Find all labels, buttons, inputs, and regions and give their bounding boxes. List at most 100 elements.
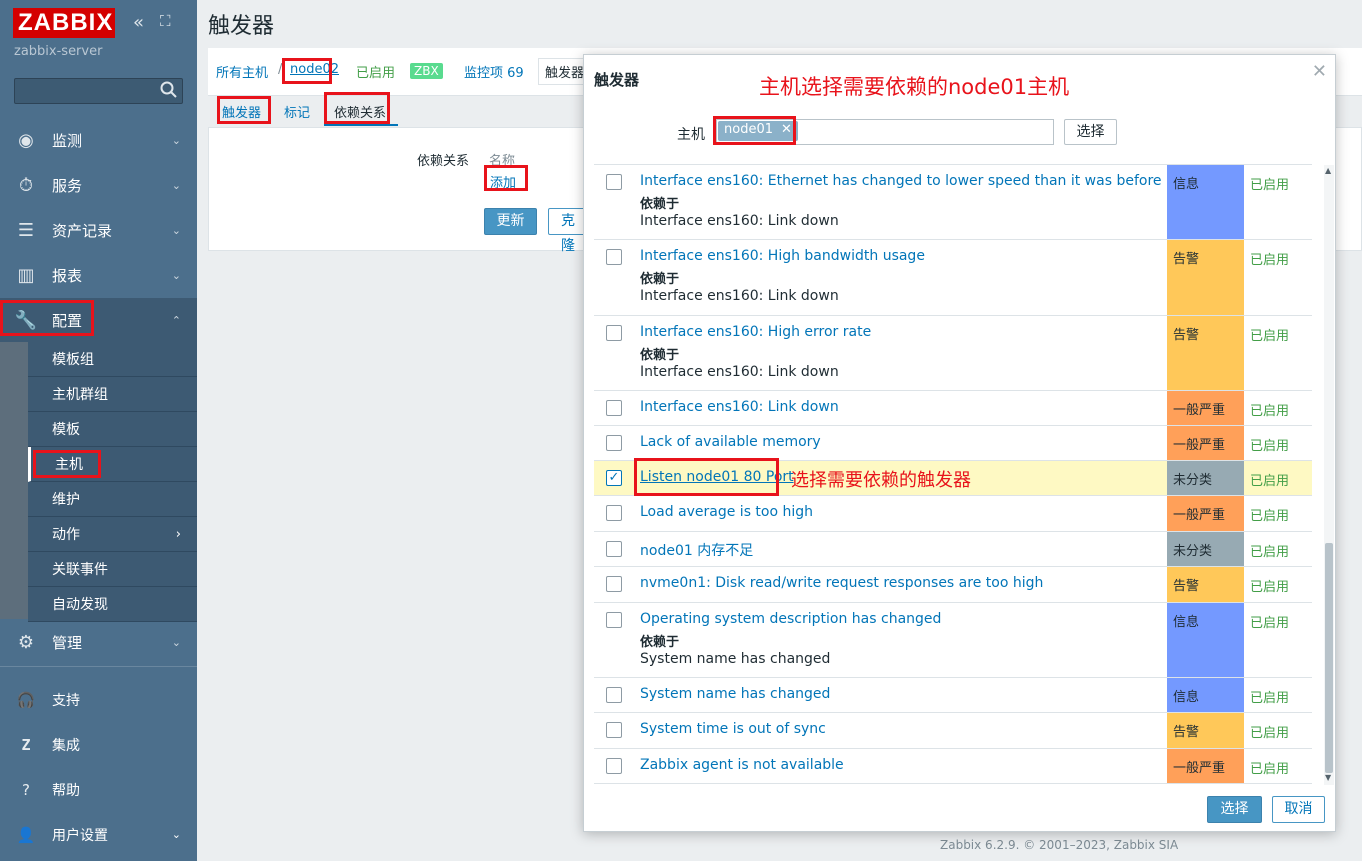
sidebar-search-input[interactable] <box>14 78 183 104</box>
table-row: Load average is too high 一般严重 已启用 <box>594 496 1312 532</box>
divider <box>0 666 197 667</box>
breadcrumb-items[interactable]: 监控项 69 <box>464 62 524 81</box>
table-row: Interface ens160: Link down 一般严重 已启用 <box>594 391 1312 426</box>
gear-icon: ⚙ <box>17 631 35 653</box>
trigger-name-link[interactable]: Interface ens160: Ethernet has changed t… <box>640 173 1162 189</box>
menu-services[interactable]: ⏱ 服务 ⌄ <box>0 163 197 207</box>
scrollbar-thumb[interactable] <box>1325 543 1333 773</box>
scroll-down-icon[interactable]: ▼ <box>1325 773 1331 782</box>
update-button[interactable]: 更新 <box>484 208 537 235</box>
select-button[interactable]: 选择 <box>1207 796 1262 823</box>
status-badge: 已启用 <box>1250 253 1290 268</box>
submenu-template-groups[interactable]: 模板组 <box>28 342 197 377</box>
chevron-down-icon: ⌄ <box>171 178 181 192</box>
row-checkbox[interactable] <box>606 687 622 703</box>
breadcrumb-all-hosts[interactable]: 所有主机 <box>216 62 268 81</box>
trigger-name-link[interactable]: Interface ens160: High bandwidth usage <box>640 248 925 264</box>
row-checkbox[interactable] <box>606 174 622 190</box>
row-checkbox[interactable] <box>606 325 622 341</box>
status-badge: 已启用 <box>1250 178 1290 193</box>
search-icon[interactable] <box>160 81 178 103</box>
status-badge: 已启用 <box>1250 762 1290 777</box>
row-checkbox[interactable] <box>606 612 622 628</box>
table-row: Interface ens160: High bandwidth usage 依赖… <box>594 240 1312 316</box>
menu-monitoring[interactable]: ◉ 监测 ⌄ <box>0 118 197 162</box>
trigger-name-link[interactable]: Lack of available memory <box>640 434 821 450</box>
row-checkbox[interactable] <box>606 505 622 521</box>
submenu-correlation[interactable]: 关联事件 <box>28 552 197 587</box>
submenu-templates[interactable]: 模板 <box>28 412 197 447</box>
row-checkbox[interactable] <box>606 758 622 774</box>
trigger-name-link[interactable]: System name has changed <box>640 686 830 702</box>
menu-label: 支持 <box>52 692 80 709</box>
cancel-button[interactable]: 取消 <box>1272 796 1325 823</box>
status-badge: 已启用 <box>1250 474 1290 489</box>
severity-cell: 一般严重 <box>1167 426 1244 460</box>
kiosk-mode-icon[interactable]: ⛶ <box>160 12 171 30</box>
row-checkbox[interactable] <box>606 435 622 451</box>
help-icon: ? <box>22 780 30 799</box>
eye-icon: ◉ <box>18 129 34 151</box>
menu-label: 帮助 <box>52 782 80 799</box>
highlight-box <box>217 96 271 124</box>
status-badge: 已启用 <box>1250 329 1290 344</box>
trigger-name-link[interactable]: node01 内存不足 <box>640 540 753 560</box>
menu-inventory[interactable]: ☰ 资产记录 ⌄ <box>0 208 197 252</box>
submenu-discovery[interactable]: 自动发现 <box>28 587 197 622</box>
trigger-name-link[interactable]: System time is out of sync <box>640 721 826 737</box>
submenu-actions[interactable]: 动作 › <box>28 517 197 552</box>
row-checkbox[interactable] <box>606 576 622 592</box>
bar-chart-icon: ▥ <box>17 264 35 286</box>
scroll-up-icon[interactable]: ▲ <box>1325 166 1331 175</box>
menu-label: 用户设置 <box>52 827 108 844</box>
severity-cell: 一般严重 <box>1167 391 1244 425</box>
row-checkbox[interactable] <box>606 722 622 738</box>
footer-copyright: Zabbix 6.2.9. © 2001–2023, Zabbix SIA <box>940 838 1179 852</box>
list-icon: ☰ <box>17 219 35 241</box>
host-select-button[interactable]: 选择 <box>1064 119 1117 145</box>
severity-cell: 告警 <box>1167 316 1244 390</box>
trigger-name-link[interactable]: Interface ens160: Link down <box>640 399 839 415</box>
trigger-name-link[interactable]: Interface ens160: High error rate <box>640 324 871 340</box>
menu-support[interactable]: 🎧 支持 <box>0 677 197 722</box>
submenu-label: 动作 <box>52 527 80 543</box>
highlight-box <box>484 165 528 191</box>
depends-on-label: 依赖于 <box>640 635 680 650</box>
chevron-right-icon: › <box>175 526 181 542</box>
trigger-name-link[interactable]: Load average is too high <box>640 504 813 520</box>
submenu-host-groups[interactable]: 主机群组 <box>28 377 197 412</box>
close-icon[interactable]: ✕ <box>1312 61 1327 82</box>
menu-administration[interactable]: ⚙ 管理 ⌄ <box>0 620 197 664</box>
host-status: 已启用 <box>356 66 396 81</box>
row-checkbox[interactable] <box>606 541 622 557</box>
clone-button[interactable]: 克隆 <box>548 208 588 254</box>
row-checkbox[interactable]: ✓ <box>606 470 622 486</box>
menu-help[interactable]: ? 帮助 <box>0 767 197 812</box>
menu-reports[interactable]: ▥ 报表 ⌄ <box>0 253 197 297</box>
menu-integrations[interactable]: Z 集成 <box>0 722 197 767</box>
severity-cell: 告警 <box>1167 240 1244 315</box>
collapse-sidebar-icon[interactable]: « <box>133 12 144 33</box>
severity-cell: 告警 <box>1167 567 1244 602</box>
status-badge: 已启用 <box>1250 509 1290 524</box>
tab-tags[interactable]: 标记 <box>284 102 310 121</box>
status-badge: 已启用 <box>1250 691 1290 706</box>
trigger-name-link[interactable]: Zabbix agent is not available <box>640 757 844 773</box>
sidebar: ZABBIX « ⛶ zabbix-server ◉ 监测 ⌄ ⏱ 服务 ⌄ ☰ 资产记录… <box>0 0 197 861</box>
menu-user-settings[interactable]: 👤 用户设置 ⌄ <box>0 812 197 857</box>
menu-label: 监测 <box>52 131 83 150</box>
server-name: zabbix-server <box>14 44 103 59</box>
trigger-name-link[interactable]: Operating system description has changed <box>640 611 941 627</box>
zabbix-logo[interactable]: ZABBIX <box>13 8 115 38</box>
highlight-box <box>33 450 101 478</box>
row-checkbox[interactable] <box>606 249 622 265</box>
chevron-down-icon: ⌄ <box>171 635 181 649</box>
row-checkbox[interactable] <box>606 400 622 416</box>
submenu-maintenance[interactable]: 维护 <box>28 482 197 517</box>
table-row: System name has changed 信息 已启用 <box>594 678 1312 713</box>
trigger-name-link[interactable]: nvme0n1: Disk read/write request respons… <box>640 575 1043 591</box>
host-label: 主机 <box>677 127 705 143</box>
chevron-up-icon: ⌃ <box>171 313 181 327</box>
active-tab-underline <box>324 124 398 126</box>
chevron-down-icon: ⌄ <box>171 223 181 237</box>
